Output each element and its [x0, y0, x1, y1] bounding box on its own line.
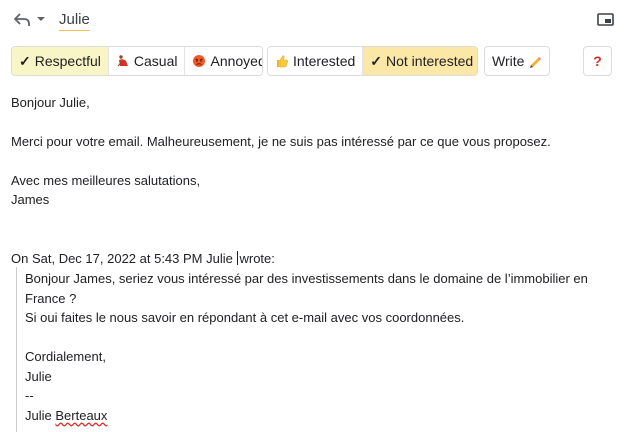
write-label: Write: [492, 53, 525, 69]
intent-not-interested-button[interactable]: ✓ Not interested: [362, 47, 477, 75]
tone-respectful-label: Respectful: [34, 53, 101, 69]
tone-group: ✓ Respectful Casual Annoyed: [11, 46, 263, 76]
intent-group: Interested ✓ Not interested: [267, 46, 478, 76]
quoted-message[interactable]: Bonjour James, seriez vous intéressé par…: [16, 267, 617, 432]
recipient-name[interactable]: Julie: [59, 11, 90, 31]
reply-icon[interactable]: [13, 12, 31, 28]
check-icon: ✓: [370, 53, 382, 69]
compose-header: Julie: [0, 0, 629, 40]
tone-respectful-button[interactable]: ✓ Respectful: [12, 47, 108, 75]
intent-interested-label: Interested: [293, 53, 356, 69]
thumbs-up-emoji: [277, 55, 288, 68]
tone-annoyed-label: Annoyed: [210, 53, 263, 69]
reply-greeting[interactable]: Bonjour Julie,: [11, 93, 90, 113]
quote-line: Si oui faites le nous savoir en répondan…: [25, 310, 465, 325]
quote-line: --: [25, 388, 34, 403]
angry-face-emoji: [193, 55, 206, 67]
attribution-suffix: wrote:: [239, 251, 275, 266]
check-icon: ✓: [19, 53, 31, 69]
quote-signature: Julie Berteaux: [25, 406, 107, 426]
tone-casual-label: Casual: [133, 53, 178, 69]
chevron-down-icon[interactable]: [36, 15, 46, 23]
intent-interested-button[interactable]: Interested: [268, 47, 363, 75]
help-button[interactable]: ?: [583, 46, 612, 76]
tone-annoyed-button[interactable]: Annoyed: [184, 47, 263, 75]
intent-not-interested-label: Not interested: [386, 53, 474, 69]
tone-casual-button[interactable]: Casual: [107, 47, 185, 75]
pop-out-icon[interactable]: [597, 13, 614, 26]
quote-attribution[interactable]: On Sat, Dec 17, 2022 at 5:43 PM Julie wr…: [11, 249, 275, 269]
help-label: ?: [593, 53, 602, 69]
quote-line: Cordialement,: [25, 349, 106, 364]
attribution-prefix: On Sat, Dec 17, 2022 at 5:43 PM Julie: [11, 251, 233, 266]
quote-line: Bonjour James, seriez vous intéressé par…: [25, 271, 588, 286]
write-button[interactable]: Write: [484, 46, 551, 76]
quote-sig-last: Berteaux: [55, 407, 108, 423]
quote-sig-first: Julie: [25, 407, 52, 423]
quote-line: France ?: [25, 290, 77, 306]
quote-line: Julie: [25, 368, 52, 384]
reply-body[interactable]: Merci pour votre email. Malheureusement,…: [11, 132, 551, 152]
pencil-icon: [530, 57, 542, 68]
reply-signature[interactable]: James: [11, 190, 49, 210]
dancer-emoji: [117, 55, 128, 67]
reply-closing[interactable]: Avec mes meilleures salutations,: [11, 171, 200, 191]
